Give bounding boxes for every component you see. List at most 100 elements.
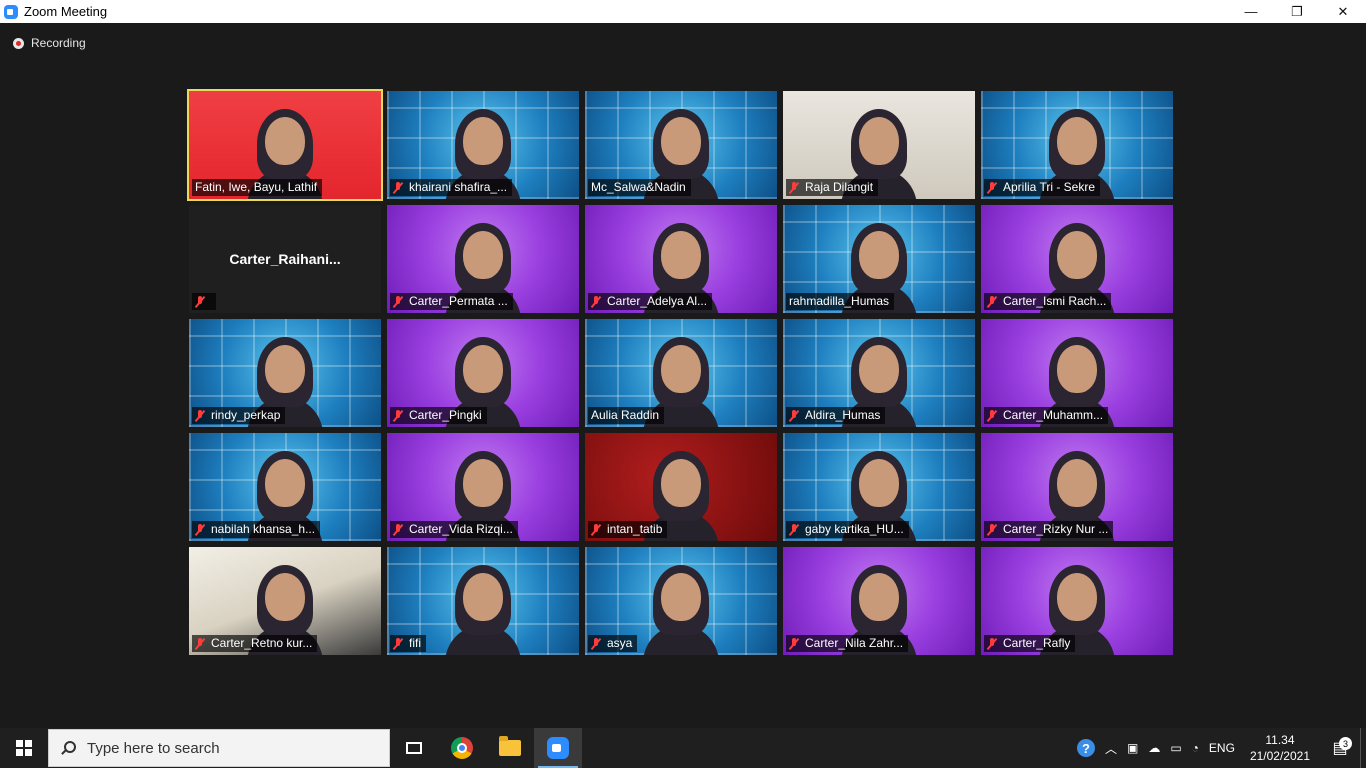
participant-name-label: fifi: [390, 635, 426, 652]
participant-tile[interactable]: intan_tatib: [585, 433, 777, 541]
mic-muted-icon: [987, 409, 997, 422]
recording-indicator[interactable]: Recording: [13, 36, 86, 50]
zoom-taskbar-button[interactable]: [534, 728, 582, 768]
participant-tile[interactable]: Carter_Vida Rizqi...: [387, 433, 579, 541]
participant-name-label: Carter_Rafly: [984, 635, 1076, 652]
mic-muted-icon: [393, 181, 403, 194]
participant-tile[interactable]: Carter_Pingki: [387, 319, 579, 427]
participant-name: Carter_Rizky Nur ...: [1003, 522, 1109, 536]
participant-tile[interactable]: Carter_Permata ...: [387, 205, 579, 313]
battery-icon: ▭: [1170, 741, 1182, 755]
participant-name-label: Carter_Retno kur...: [192, 635, 318, 652]
participant-name: Carter_Pingki: [409, 408, 482, 422]
participant-name: Carter_Muhamm...: [1003, 408, 1104, 422]
mic-muted-icon: [789, 409, 799, 422]
participant-name: khairani shafira_...: [409, 180, 508, 194]
participant-name: Carter_Rafly: [1003, 636, 1071, 650]
participant-name: Carter_Permata ...: [409, 294, 508, 308]
participant-name: Carter_Retno kur...: [211, 636, 313, 650]
mic-muted-icon: [987, 181, 997, 194]
participant-name-label: [192, 293, 216, 310]
taskbar-clock[interactable]: 11.34 21/02/2021: [1240, 732, 1320, 764]
participant-name-label: Carter_Adelya Al...: [588, 293, 713, 310]
zoom-icon: [547, 737, 569, 759]
network-tray-button[interactable]: ◔: [1187, 728, 1204, 768]
participant-tile[interactable]: Aulia Raddin: [585, 319, 777, 427]
search-icon: [61, 741, 76, 755]
participant-tile[interactable]: nabilah khansa_h...: [189, 433, 381, 541]
mic-muted-icon: [393, 295, 403, 308]
participant-tile[interactable]: Carter_Ismi Rach...: [981, 205, 1173, 313]
participant-name: Fatin, Iwe, Bayu, Lathif: [195, 180, 318, 194]
mic-muted-icon: [987, 295, 997, 308]
participant-name-label: Aulia Raddin: [588, 407, 665, 424]
participant-name-label: Carter_Vida Rizqi...: [390, 521, 518, 538]
meeting-view: Recording Fatin, Iwe, Bayu, Lathif khaira…: [0, 23, 1366, 728]
participant-name-label: Raja Dilangit: [786, 179, 879, 196]
chrome-icon: [451, 737, 473, 759]
participant-name: gaby kartika_HU...: [805, 522, 904, 536]
participant-name-label: Fatin, Iwe, Bayu, Lathif: [192, 179, 323, 196]
participant-tile[interactable]: Fatin, Iwe, Bayu, Lathif: [187, 89, 383, 201]
battery-tray-button[interactable]: ▭: [1165, 728, 1186, 768]
participant-name-label: Carter_Rizky Nur ...: [984, 521, 1114, 538]
participant-tile[interactable]: Carter_Nila Zahr...: [783, 547, 975, 655]
participant-name-label: Aprilia Tri - Sekre: [984, 179, 1101, 196]
maximize-button[interactable]: ❐: [1274, 0, 1320, 23]
participant-tile[interactable]: Carter_Rafly: [981, 547, 1173, 655]
start-button[interactable]: [0, 728, 48, 768]
mic-muted-icon: [195, 637, 205, 650]
camera-icon: ▣: [1126, 741, 1139, 755]
mic-muted-icon: [195, 523, 205, 536]
file-explorer-taskbar-button[interactable]: [486, 728, 534, 768]
mic-muted-icon: [393, 409, 403, 422]
help-icon: ?: [1076, 739, 1095, 757]
search-placeholder: Type here to search: [87, 739, 220, 757]
participant-tile[interactable]: Carter_Raihani...: [189, 205, 381, 313]
minimize-button[interactable]: —: [1228, 0, 1274, 23]
mic-muted-icon: [987, 523, 997, 536]
clock-date: 21/02/2021: [1249, 749, 1310, 763]
participant-tile[interactable]: Carter_Retno kur...: [189, 547, 381, 655]
participant-name-label: intan_tatib: [588, 521, 668, 538]
participant-video: [445, 563, 521, 655]
window-title-bar: Zoom Meeting — ❐ ✕: [0, 0, 1366, 23]
show-hidden-icons-button[interactable]: ︿: [1100, 728, 1122, 768]
mic-muted-icon: [591, 523, 601, 536]
participant-tile[interactable]: rahmadilla_Humas: [783, 205, 975, 313]
participant-name: Raja Dilangit: [805, 180, 874, 194]
participant-tile[interactable]: Mc_Salwa&Nadin: [585, 91, 777, 199]
participant-name: Aldira_Humas: [805, 408, 881, 422]
show-desktop-button[interactable]: [1360, 728, 1366, 768]
language-indicator[interactable]: ENG: [1204, 728, 1240, 768]
close-button[interactable]: ✕: [1320, 0, 1366, 23]
task-view-button[interactable]: [390, 728, 438, 768]
participant-tile[interactable]: Aprilia Tri - Sekre: [981, 91, 1173, 199]
taskbar-search-box[interactable]: Type here to search: [48, 729, 390, 767]
participant-tile[interactable]: asya: [585, 547, 777, 655]
participant-name-label: Aldira_Humas: [786, 407, 886, 424]
action-center-button[interactable]: ▤ 3: [1320, 737, 1360, 758]
recording-icon: [13, 37, 24, 49]
camera-tray-button[interactable]: ▣: [1122, 728, 1143, 768]
participant-tile[interactable]: rindy_perkap: [189, 319, 381, 427]
participant-name: nabilah khansa_h...: [211, 522, 316, 536]
participant-tile[interactable]: fifi: [387, 547, 579, 655]
participant-tile[interactable]: Carter_Adelya Al...: [585, 205, 777, 313]
onedrive-tray-button[interactable]: ☁: [1143, 728, 1165, 768]
windows-taskbar: Type here to search ? ︿ ▣ ☁ ▭ ◔ ENG 11.3…: [0, 728, 1366, 768]
participant-name-label: Carter_Permata ...: [390, 293, 513, 310]
participant-display-name: Carter_Raihani...: [229, 251, 341, 267]
participant-tile[interactable]: Aldira_Humas: [783, 319, 975, 427]
mic-muted-icon: [987, 637, 997, 650]
notification-count-badge: 3: [1339, 737, 1352, 750]
participant-tile[interactable]: Carter_Rizky Nur ...: [981, 433, 1173, 541]
participant-name: Aulia Raddin: [591, 408, 660, 422]
participant-name: Carter_Nila Zahr...: [805, 636, 904, 650]
participant-tile[interactable]: gaby kartika_HU...: [783, 433, 975, 541]
help-tray-button[interactable]: ?: [1072, 728, 1100, 768]
participant-tile[interactable]: Raja Dilangit: [783, 91, 975, 199]
participant-tile[interactable]: Carter_Muhamm...: [981, 319, 1173, 427]
participant-tile[interactable]: khairani shafira_...: [387, 91, 579, 199]
chrome-taskbar-button[interactable]: [438, 728, 486, 768]
